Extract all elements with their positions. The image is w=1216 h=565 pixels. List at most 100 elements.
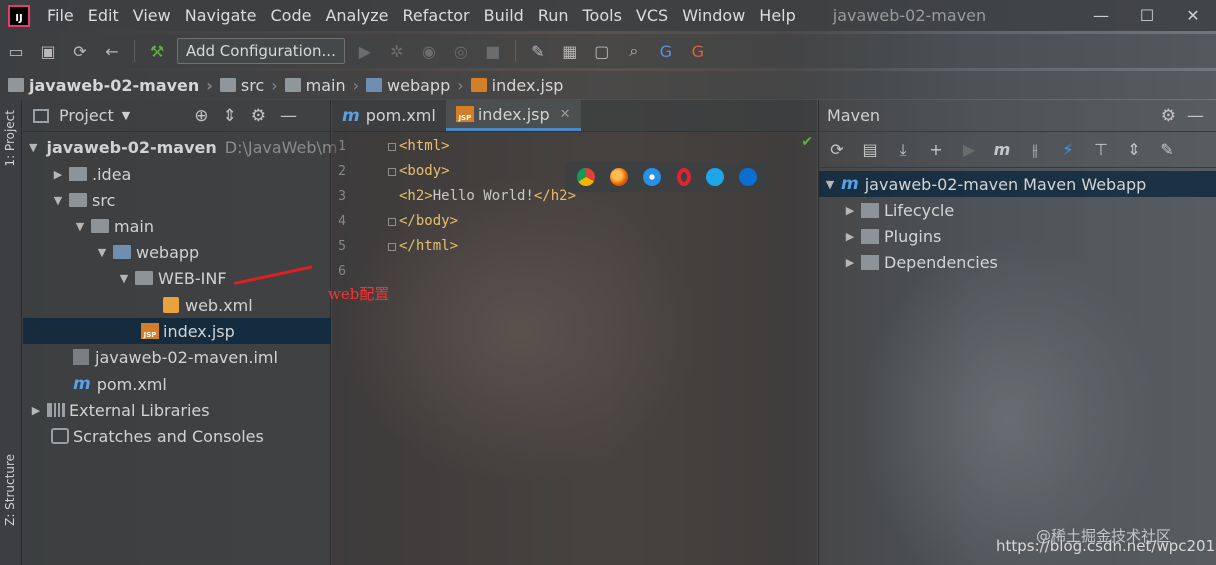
debug-icon[interactable]: ✲ xyxy=(384,38,410,64)
add-icon[interactable]: + xyxy=(922,136,950,164)
gear-icon[interactable]: ⚙ xyxy=(251,106,266,126)
run-maven-icon[interactable]: ▶ xyxy=(955,136,983,164)
code-line[interactable]: <html> xyxy=(399,138,450,154)
breadcrumb-src[interactable]: src › xyxy=(219,76,285,95)
fold-marker-icon[interactable] xyxy=(388,168,396,176)
menu-view[interactable]: View xyxy=(126,0,178,31)
tree-item-idea[interactable]: ▶ .idea xyxy=(23,161,331,187)
code-line[interactable]: </body> xyxy=(399,213,458,229)
code-line[interactable]: <h2>Hello World!</h2> xyxy=(399,188,576,204)
breadcrumb-main[interactable]: main › xyxy=(284,76,366,95)
code-line[interactable]: </html> xyxy=(399,238,458,254)
tab-pom-xml[interactable]: m pom.xml xyxy=(332,100,446,131)
breadcrumb-project[interactable]: javaweb-02-maven › xyxy=(8,76,220,95)
build-hammer-icon[interactable]: ⚒ xyxy=(144,38,170,64)
download-icon[interactable]: ⤓ xyxy=(889,136,917,164)
menu-analyze[interactable]: Analyze xyxy=(318,0,395,31)
run-icon[interactable]: ▶ xyxy=(352,38,378,64)
open-folder-icon[interactable]: ▭ xyxy=(3,38,29,64)
translate-icon[interactable]: G xyxy=(653,38,679,64)
collapsed-arrow-icon[interactable]: ▶ xyxy=(843,204,857,217)
fold-marker-icon[interactable] xyxy=(388,243,396,251)
tree-item-project-root[interactable]: ▼ javaweb-02-maven D:\JavaWeb\m xyxy=(23,134,338,160)
tree-item-external-libraries[interactable]: ▶ External Libraries xyxy=(23,397,331,423)
expand-arrow-icon[interactable]: ▼ xyxy=(51,194,65,207)
maven-dependencies-item[interactable]: ▶ Dependencies xyxy=(819,249,1216,275)
tree-item-src[interactable]: ▼ src xyxy=(23,187,331,213)
menu-refactor[interactable]: Refactor xyxy=(396,0,477,31)
settings-wrench-icon[interactable]: ✎ xyxy=(1153,136,1181,164)
code-line[interactable]: <body> xyxy=(399,163,450,179)
close-icon[interactable]: ✕ xyxy=(1170,0,1216,31)
tree-item-main[interactable]: ▼ main xyxy=(23,213,331,239)
breadcrumb-webapp[interactable]: webapp › xyxy=(366,76,471,95)
back-arrow-icon[interactable]: ← xyxy=(99,38,125,64)
menu-code[interactable]: Code xyxy=(264,0,319,31)
coverage-icon[interactable]: ◉ xyxy=(416,38,442,64)
structure-tool-tab[interactable]: Z: Structure xyxy=(1,450,19,530)
menu-run[interactable]: Run xyxy=(531,0,576,31)
tree-item-iml[interactable]: javaweb-02-maven.iml xyxy=(23,344,331,370)
menu-file[interactable]: File xyxy=(40,0,81,31)
generate-sources-icon[interactable]: ▤ xyxy=(856,136,884,164)
fold-marker-icon[interactable] xyxy=(388,143,396,151)
maximize-icon[interactable]: ☐ xyxy=(1124,0,1170,31)
show-dependencies-icon[interactable]: ⊤ xyxy=(1087,136,1115,164)
reload-icon[interactable]: ⟳ xyxy=(823,136,851,164)
opera-icon[interactable] xyxy=(676,168,691,186)
minimize-icon[interactable]: — xyxy=(1078,0,1124,31)
firefox-icon[interactable] xyxy=(609,168,628,186)
sync-icon[interactable]: ⟳ xyxy=(67,38,93,64)
translate-alt-icon[interactable]: G xyxy=(685,38,711,64)
stop-icon[interactable]: ■ xyxy=(480,38,506,64)
project-structure-icon[interactable]: ▦ xyxy=(557,38,583,64)
terminal-icon[interactable]: ▢ xyxy=(589,38,615,64)
collapse-all-icon[interactable]: ⇕ xyxy=(1120,136,1148,164)
tree-item-web-xml[interactable]: web.xml xyxy=(23,292,331,318)
maven-plugins-item[interactable]: ▶ Plugins xyxy=(819,223,1216,249)
collapse-all-icon[interactable]: ⇕ xyxy=(222,106,236,126)
search-icon[interactable]: ⌕ xyxy=(621,38,647,64)
save-icon[interactable]: ▣ xyxy=(35,38,61,64)
expand-arrow-icon[interactable]: ▼ xyxy=(117,272,131,285)
execute-goal-icon[interactable]: m xyxy=(988,136,1016,164)
project-tool-tab[interactable]: 1: Project xyxy=(1,106,19,171)
add-configuration-button[interactable]: Add Configuration... xyxy=(177,38,345,64)
profile-icon[interactable]: ◎ xyxy=(448,38,474,64)
menu-tools[interactable]: Tools xyxy=(576,0,629,31)
collapsed-arrow-icon[interactable]: ▶ xyxy=(843,256,857,269)
hide-panel-icon[interactable]: — xyxy=(1187,106,1204,126)
edge-icon[interactable] xyxy=(739,168,758,186)
skip-tests-icon[interactable]: ⚡ xyxy=(1054,136,1082,164)
menu-edit[interactable]: Edit xyxy=(81,0,126,31)
hide-panel-icon[interactable]: — xyxy=(280,106,297,126)
expand-arrow-icon[interactable]: ▼ xyxy=(73,220,87,233)
project-view-selector[interactable]: Project ▼ xyxy=(33,106,130,125)
collapsed-arrow-icon[interactable]: ▶ xyxy=(29,404,43,417)
close-tab-icon[interactable]: ✕ xyxy=(560,107,571,122)
chrome-icon[interactable] xyxy=(576,168,595,186)
inspection-ok-icon[interactable]: ✔ xyxy=(801,134,813,150)
collapsed-arrow-icon[interactable]: ▶ xyxy=(843,230,857,243)
tree-item-webapp[interactable]: ▼ webapp xyxy=(23,239,331,265)
maven-project-item[interactable]: ▼ m javaweb-02-maven Maven Webapp xyxy=(819,171,1216,197)
tree-item-scratches[interactable]: Scratches and Consoles xyxy=(23,423,331,449)
settings-wrench-icon[interactable]: ✎ xyxy=(525,38,551,64)
toggle-offline-icon[interactable]: ⫲ xyxy=(1021,136,1049,164)
expand-arrow-icon[interactable]: ▼ xyxy=(95,246,109,259)
menu-navigate[interactable]: Navigate xyxy=(178,0,264,31)
menu-help[interactable]: Help xyxy=(752,0,802,31)
locate-target-icon[interactable]: ⊕ xyxy=(194,106,208,126)
tab-index-jsp[interactable]: JSP index.jsp ✕ xyxy=(445,100,581,131)
menu-build[interactable]: Build xyxy=(477,0,531,31)
fold-marker-icon[interactable] xyxy=(388,218,396,226)
tree-item-web-inf[interactable]: ▼ WEB-INF xyxy=(23,265,331,291)
gear-icon[interactable]: ⚙ xyxy=(1161,106,1176,126)
menu-vcs[interactable]: VCS xyxy=(629,0,675,31)
safari-icon[interactable] xyxy=(643,168,662,186)
expand-arrow-icon[interactable]: ▼ xyxy=(823,178,837,191)
tree-item-pom[interactable]: m pom.xml xyxy=(23,371,331,397)
collapsed-arrow-icon[interactable]: ▶ xyxy=(51,168,65,181)
menu-window[interactable]: Window xyxy=(675,0,752,31)
tree-item-index-jsp[interactable]: JSP index.jsp xyxy=(23,318,331,344)
